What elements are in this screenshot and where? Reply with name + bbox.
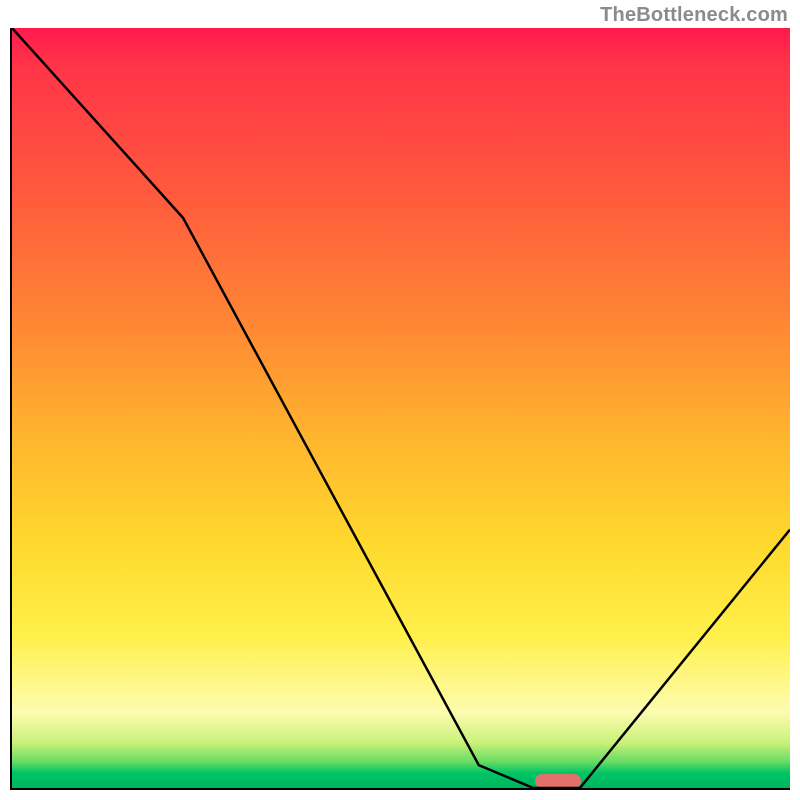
plot-area	[10, 28, 790, 790]
watermark-text: TheBottleneck.com	[600, 4, 788, 27]
chart-container: TheBottleneck.com	[0, 0, 800, 800]
curve-path	[12, 28, 790, 788]
bottleneck-curve	[12, 28, 790, 788]
